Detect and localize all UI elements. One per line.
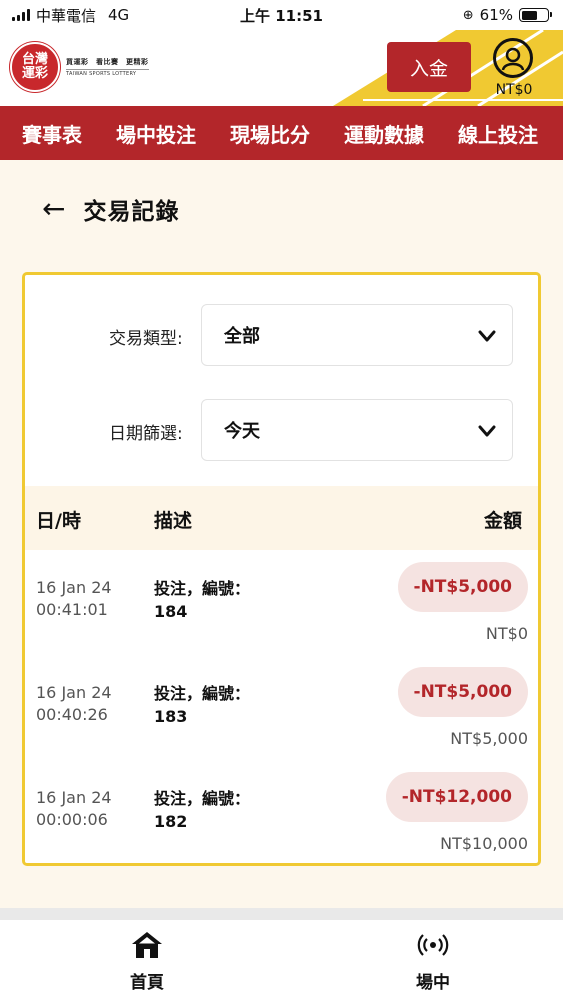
nav-item-live-betting[interactable]: 場中投注 bbox=[116, 119, 196, 148]
table-header: 日/時 描述 金額 bbox=[25, 486, 538, 550]
row-description: 投注，編號： 183 bbox=[154, 684, 251, 727]
row-balance: NT$0 bbox=[485, 624, 528, 643]
row-balance: NT$10,000 bbox=[440, 834, 528, 853]
table-row[interactable]: 16 Jan 24 00:40:26 投注，編號： 183 -NT$5,000 NT… bbox=[25, 665, 538, 769]
back-arrow-icon[interactable]: ← bbox=[42, 195, 65, 223]
tab-home-label: 首頁 bbox=[130, 973, 164, 993]
logo-slogan: 買運彩 看比賽 更精彩 bbox=[66, 58, 149, 66]
row-datetime: 16 Jan 24 00:41:01 bbox=[36, 578, 112, 620]
table-row[interactable]: 16 Jan 24 00:00:06 投注，編號： 182 -NT$12,000 N… bbox=[25, 770, 538, 863]
account-balance: NT$0 bbox=[495, 82, 533, 98]
battery-icon bbox=[519, 8, 552, 22]
tab-live[interactable]: 場中 bbox=[373, 930, 493, 993]
nav-item-sports-data[interactable]: 運動數據 bbox=[344, 119, 424, 148]
bottom-separator bbox=[0, 908, 563, 920]
orientation-lock-icon: ⊕ bbox=[462, 7, 474, 23]
tab-home[interactable]: 首頁 bbox=[87, 930, 207, 993]
battery-percent: 61% bbox=[479, 6, 513, 24]
header-description: 描述 bbox=[154, 510, 193, 532]
date-filter-value: 今天 bbox=[224, 421, 260, 442]
chevron-down-icon bbox=[478, 425, 496, 437]
row-datetime: 16 Jan 24 00:00:06 bbox=[36, 788, 112, 830]
deposit-button[interactable]: 入金 bbox=[387, 42, 471, 92]
home-icon bbox=[132, 932, 162, 958]
row-description: 投注，編號： 182 bbox=[154, 789, 251, 832]
date-filter-label: 日期篩選: bbox=[109, 424, 183, 444]
type-filter-label: 交易類型: bbox=[109, 329, 183, 349]
row-amount: -NT$5,000 bbox=[397, 562, 528, 612]
page-title: 交易記錄 bbox=[83, 199, 180, 225]
logo-english: TAIWAN SPORTS LOTTERY bbox=[66, 69, 149, 77]
type-filter-value: 全部 bbox=[224, 326, 260, 347]
nav-item-schedule[interactable]: 賽事表 bbox=[22, 119, 82, 148]
tab-live-label: 場中 bbox=[416, 973, 450, 993]
header-amount: 金額 bbox=[483, 510, 522, 532]
row-datetime: 16 Jan 24 00:40:26 bbox=[36, 683, 112, 725]
nav-item-online-betting[interactable]: 線上投注 bbox=[458, 119, 538, 148]
app-header: 台灣 運彩 買運彩 看比賽 更精彩 TAIWAN SPORTS LOTTERY 入… bbox=[0, 30, 563, 106]
status-bar: 中華電信 4G 上午 11:51 ⊕ 61% bbox=[0, 0, 563, 30]
row-amount: -NT$12,000 bbox=[385, 772, 528, 822]
brand-logo[interactable]: 台灣 運彩 買運彩 看比賽 更精彩 TAIWAN SPORTS LOTTERY bbox=[10, 42, 149, 92]
nav-item-live-scores[interactable]: 現場比分 bbox=[230, 119, 310, 148]
type-filter-select[interactable]: 全部 bbox=[201, 304, 513, 366]
main-nav: 賽事表 場中投注 現場比分 運動數據 線上投注 bbox=[0, 106, 563, 160]
bottom-tab-bar: 首頁 場中 bbox=[0, 920, 563, 1000]
row-amount: -NT$5,000 bbox=[397, 667, 528, 717]
chevron-down-icon bbox=[478, 330, 496, 342]
row-balance: NT$5,000 bbox=[450, 729, 528, 748]
table-row[interactable]: 16 Jan 24 00:41:01 投注，編號： 184 -NT$5,000 NT… bbox=[25, 560, 538, 664]
logo-emblem: 台灣 運彩 bbox=[10, 42, 60, 92]
date-filter-select[interactable]: 今天 bbox=[201, 399, 513, 461]
transaction-card: 交易類型: 全部 日期篩選: 今天 日/時 描述 金額 16 Jan 24 00:… bbox=[22, 272, 541, 866]
broadcast-icon bbox=[417, 934, 449, 956]
row-description: 投注，編號： 184 bbox=[154, 579, 251, 622]
header-datetime: 日/時 bbox=[36, 510, 81, 532]
user-account-icon[interactable] bbox=[493, 38, 533, 78]
